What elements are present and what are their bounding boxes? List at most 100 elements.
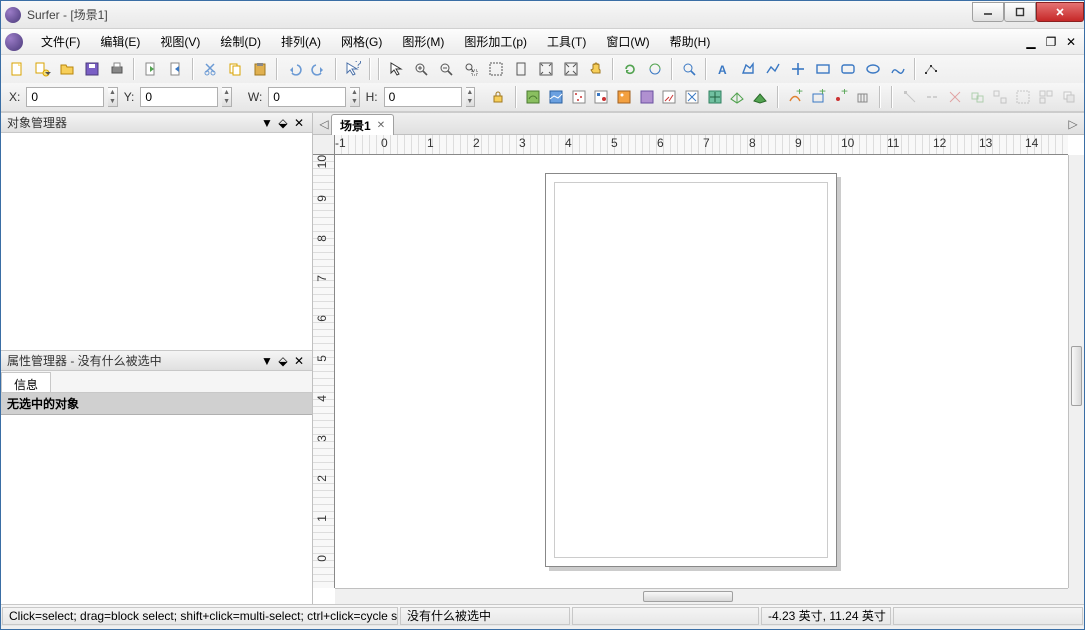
- panel-close-icon[interactable]: ✕: [292, 116, 306, 130]
- map-vector2-button[interactable]: [683, 85, 702, 109]
- zoom-out-button[interactable]: [434, 57, 458, 81]
- map-vector1-button[interactable]: [660, 85, 679, 109]
- h-spinner[interactable]: ▲▼: [466, 87, 475, 107]
- menu-item[interactable]: 网格(G): [331, 30, 392, 53]
- map-shaded-relief-button[interactable]: [637, 85, 656, 109]
- new-button[interactable]: [5, 57, 29, 81]
- menu-item[interactable]: 工具(T): [537, 30, 596, 53]
- h-input[interactable]: [384, 87, 462, 107]
- map-basemap-button[interactable]: [546, 85, 565, 109]
- paste-button[interactable]: [248, 57, 272, 81]
- zoom-selection-button[interactable]: [484, 57, 508, 81]
- auto-redraw-button[interactable]: [643, 57, 667, 81]
- w-spinner[interactable]: ▲▼: [350, 87, 359, 107]
- zoom-page-button[interactable]: [509, 57, 533, 81]
- undo-button[interactable]: [282, 57, 306, 81]
- ellipse-tool[interactable]: [861, 57, 885, 81]
- help-cursor-button[interactable]: ?: [341, 57, 365, 81]
- menu-item[interactable]: 图形加工(p): [454, 30, 537, 53]
- zoom-in-button[interactable]: [409, 57, 433, 81]
- symbol-tool[interactable]: [786, 57, 810, 81]
- reshape-tool[interactable]: [920, 57, 944, 81]
- add-grid-button[interactable]: [854, 85, 873, 109]
- spline-tool[interactable]: [886, 57, 910, 81]
- map-surface-button[interactable]: [751, 85, 770, 109]
- polyline-tool[interactable]: [761, 57, 785, 81]
- zoom-fit-button[interactable]: [534, 57, 558, 81]
- menu-item[interactable]: 编辑(E): [90, 30, 150, 53]
- polygon-tool[interactable]: [736, 57, 760, 81]
- x-input[interactable]: [26, 87, 104, 107]
- menu-item[interactable]: 绘制(D): [210, 30, 271, 53]
- document-tab-close-icon[interactable]: ✕: [377, 120, 385, 131]
- save-button[interactable]: [80, 57, 104, 81]
- y-spinner[interactable]: ▲▼: [222, 87, 231, 107]
- w-input[interactable]: [268, 87, 346, 107]
- menu-item[interactable]: 图形(M): [392, 30, 454, 53]
- x-spinner[interactable]: ▲▼: [108, 87, 117, 107]
- object-manager-body[interactable]: [1, 133, 312, 351]
- lock-aspect-button[interactable]: [489, 85, 508, 109]
- group-button[interactable]: [1014, 85, 1033, 109]
- redo-button[interactable]: [307, 57, 331, 81]
- import-button[interactable]: [139, 57, 163, 81]
- tab-scroll-right[interactable]: ▷: [1066, 117, 1080, 131]
- pointer-tool[interactable]: [384, 57, 408, 81]
- mdi-minimize-button[interactable]: ▁: [1022, 34, 1040, 50]
- panel-pin-icon[interactable]: ⬙: [276, 354, 290, 368]
- panel-pin-icon[interactable]: ⬙: [276, 116, 290, 130]
- order-front-button[interactable]: [1059, 85, 1078, 109]
- menu-item[interactable]: 帮助(H): [660, 30, 721, 53]
- menu-item[interactable]: 视图(V): [150, 30, 210, 53]
- rectangle-tool[interactable]: [811, 57, 835, 81]
- vertical-scrollbar[interactable]: [1068, 155, 1084, 588]
- mdi-close-button[interactable]: ✕: [1062, 34, 1080, 50]
- open-button[interactable]: [55, 57, 79, 81]
- add-contour-button[interactable]: +: [786, 85, 805, 109]
- zoom-actual-button[interactable]: [559, 57, 583, 81]
- break-button[interactable]: [923, 85, 942, 109]
- export-button[interactable]: [164, 57, 188, 81]
- cut-button[interactable]: [198, 57, 222, 81]
- mdi-restore-button[interactable]: ❐: [1042, 34, 1060, 50]
- map-classed-post-button[interactable]: [592, 85, 611, 109]
- canvas-viewport[interactable]: [335, 155, 1084, 604]
- window-maximize-button[interactable]: [1004, 2, 1036, 22]
- horizontal-scrollbar[interactable]: [335, 588, 1068, 604]
- window-close-button[interactable]: [1036, 2, 1084, 22]
- combine-button[interactable]: [968, 85, 987, 109]
- zoom-rect-button[interactable]: [459, 57, 483, 81]
- map-wireframe-button[interactable]: [728, 85, 747, 109]
- ungroup-button[interactable]: [1037, 85, 1056, 109]
- map-contour-button[interactable]: [524, 85, 543, 109]
- map-watershed-button[interactable]: [705, 85, 724, 109]
- delete-node-button[interactable]: [946, 85, 965, 109]
- copy-button[interactable]: [223, 57, 247, 81]
- add-post-button[interactable]: +: [831, 85, 850, 109]
- zoom-realtime-button[interactable]: [677, 57, 701, 81]
- document-tab[interactable]: 场景1 ✕: [331, 114, 394, 136]
- panel-dropdown-icon[interactable]: ▼: [260, 116, 274, 130]
- new-dropdown-button[interactable]: [30, 57, 54, 81]
- property-tab-info[interactable]: 信息: [1, 372, 51, 392]
- print-button[interactable]: [105, 57, 129, 81]
- edit-node-button[interactable]: [900, 85, 919, 109]
- rounded-rect-tool[interactable]: [836, 57, 860, 81]
- panel-dropdown-icon[interactable]: ▼: [260, 354, 274, 368]
- menu-item[interactable]: 窗口(W): [596, 30, 659, 53]
- map-image-button[interactable]: [615, 85, 634, 109]
- window-minimize-button[interactable]: [972, 2, 1004, 22]
- pan-tool[interactable]: [584, 57, 608, 81]
- menu-item[interactable]: 文件(F): [31, 30, 90, 53]
- split-button[interactable]: [991, 85, 1010, 109]
- add-base-button[interactable]: +: [808, 85, 827, 109]
- text-tool[interactable]: A: [711, 57, 735, 81]
- panel-close-icon[interactable]: ✕: [292, 354, 306, 368]
- y-input[interactable]: [140, 87, 218, 107]
- app-menu-icon[interactable]: [5, 33, 23, 51]
- map-post-button[interactable]: [569, 85, 588, 109]
- tab-scroll-left[interactable]: ◁: [317, 117, 331, 131]
- property-content[interactable]: [1, 415, 312, 604]
- menu-item[interactable]: 排列(A): [271, 30, 331, 53]
- refresh-button[interactable]: [618, 57, 642, 81]
